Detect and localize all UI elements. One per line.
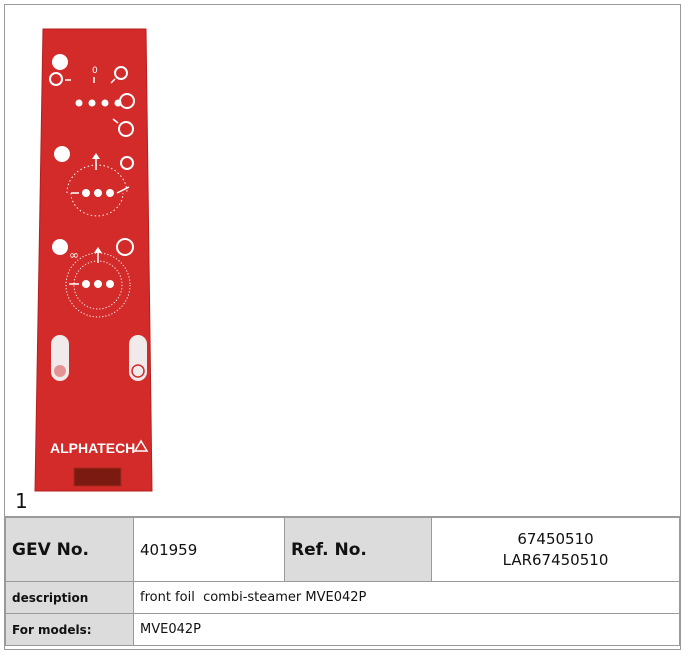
brand-logo: ALPHATECH xyxy=(50,440,135,456)
product-sheet: 0 ∞ ALPHATECH 1 GEV No. 401959 Ref. No. … xyxy=(4,4,681,650)
display-window xyxy=(73,467,122,487)
ref-value-1: 67450510 xyxy=(517,529,594,548)
table-row: GEV No. 401959 Ref. No. 67450510 LAR6745… xyxy=(5,517,680,582)
indicator-light-3 xyxy=(52,239,68,255)
spec-table: GEV No. 401959 Ref. No. 67450510 LAR6745… xyxy=(5,517,680,646)
product-image-area: 0 ∞ ALPHATECH 1 xyxy=(5,5,680,517)
ref-value-cell: 67450510 LAR67450510 xyxy=(431,517,680,582)
switch-right xyxy=(129,335,147,381)
gev-value: 401959 xyxy=(133,517,285,582)
svg-text:0: 0 xyxy=(92,66,98,76)
table-row: description front foil combi-steamer MVE… xyxy=(5,581,680,614)
description-label: description xyxy=(5,581,134,614)
models-value: MVE042P xyxy=(133,613,680,646)
table-row: For models: MVE042P xyxy=(5,613,680,646)
item-number: 1 xyxy=(15,489,28,513)
indicator-light-2 xyxy=(54,146,70,162)
ref-value-2: LAR67450510 xyxy=(502,550,609,569)
models-label: For models: xyxy=(5,613,134,646)
description-value: front foil combi-steamer MVE042P xyxy=(133,581,680,614)
gev-label: GEV No. xyxy=(5,517,134,582)
ref-label: Ref. No. xyxy=(284,517,432,582)
front-foil-illustration: 0 ∞ ALPHATECH xyxy=(34,28,153,492)
indicator-light-1 xyxy=(52,54,68,70)
